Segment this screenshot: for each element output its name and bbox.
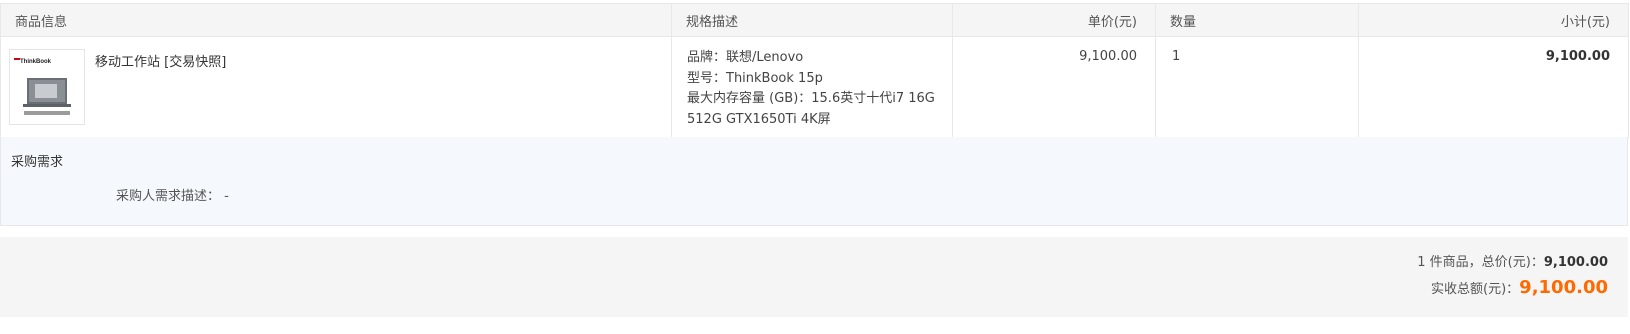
header-quantity: 数量: [1155, 3, 1359, 37]
product-name-link[interactable]: 移动工作站 [交易快照]: [95, 51, 226, 125]
header-spec: 规格描述: [671, 3, 953, 37]
requirements-title: 采购需求: [11, 155, 64, 170]
summary-total-line: 1 件商品，总价(元)：9,100.00: [1417, 251, 1608, 270]
laptop-base-icon: [23, 104, 71, 107]
unit-price: 9,100.00: [1079, 49, 1137, 64]
requirements-description: 采购人需求描述： -: [116, 185, 229, 204]
product-cell: ThinkBook 移动工作站 [交易快照]: [0, 36, 672, 138]
order-items-table: 商品信息 规格描述 单价(元) 数量 小计(元) ThinkBook 移动工作站…: [0, 3, 1629, 138]
summary-received-line: 实收总额(元)：9,100.00: [1431, 277, 1608, 298]
product-thumbnail[interactable]: ThinkBook: [9, 49, 85, 125]
header-product: 商品信息: [0, 3, 672, 37]
table-row: ThinkBook 移动工作站 [交易快照] 品牌：联想/Lenovo 型号：T…: [0, 36, 1629, 138]
subtotal-cell: 9,100.00: [1358, 36, 1629, 138]
spec-memory-cont: 512G GTX1650Ti 4K屏: [687, 111, 831, 127]
quantity-cell: 1: [1155, 36, 1359, 138]
order-detail: 商品信息 规格描述 单价(元) 数量 小计(元) ThinkBook 移动工作站…: [0, 0, 1629, 334]
thumbnail-brand-text: ThinkBook: [20, 59, 51, 65]
summary-total-price: 9,100.00: [1543, 255, 1608, 270]
order-summary: 1 件商品，总价(元)：9,100.00 实收总额(元)：9,100.00: [0, 237, 1628, 317]
spec-memory: 最大内存容量 (GB)：15.6英寸十代i7 16G: [687, 91, 935, 106]
header-unit-price: 单价(元): [952, 3, 1156, 37]
thumbnail-caption-strip: [24, 111, 70, 115]
spec-brand: 品牌：联想/Lenovo: [687, 50, 804, 65]
header-subtotal: 小计(元): [1358, 3, 1629, 37]
laptop-icon: [27, 78, 67, 104]
spec-model: 型号：ThinkBook 15p: [687, 70, 823, 86]
subtotal: 9,100.00: [1545, 49, 1610, 64]
table-header-row: 商品信息 规格描述 单价(元) 数量 小计(元): [0, 3, 1629, 37]
requirements-desc-value: -: [224, 189, 229, 204]
unit-price-cell: 9,100.00: [952, 36, 1156, 138]
summary-received-amount: 9,100.00: [1519, 277, 1608, 298]
summary-count-label: 1 件商品，总价(元)：: [1417, 255, 1544, 270]
summary-received-label: 实收总额(元)：: [1431, 282, 1520, 297]
quantity: 1: [1172, 49, 1181, 64]
requirements-desc-label: 采购人需求描述：: [116, 189, 221, 204]
purchase-requirements: 采购需求 采购人需求描述： -: [0, 137, 1628, 226]
spec-cell: 品牌：联想/Lenovo 型号：ThinkBook 15p 最大内存容量 (GB…: [671, 36, 953, 138]
